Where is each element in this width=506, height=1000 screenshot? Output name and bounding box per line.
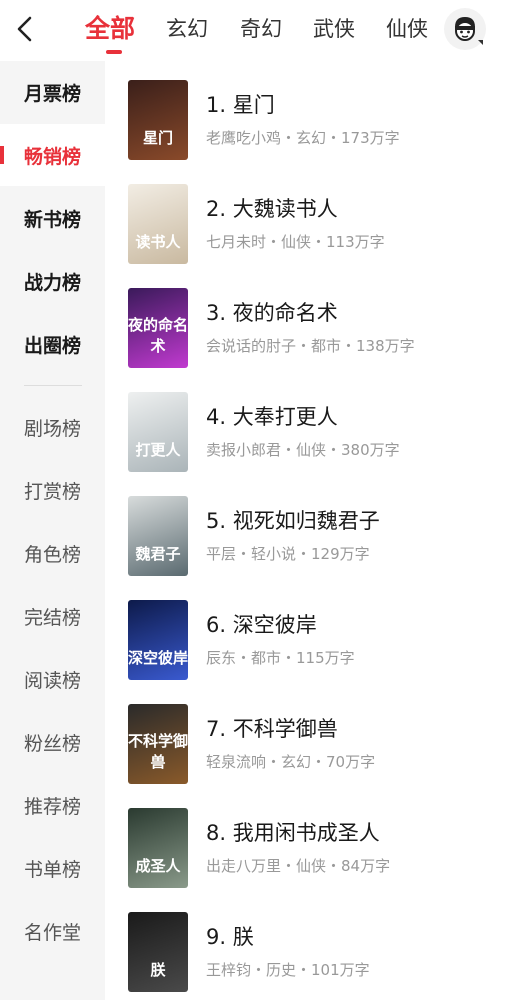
sidebar-item-completed[interactable]: 完结榜 [0,585,105,647]
chevron-left-icon [17,16,32,42]
tab-qihuan[interactable]: 奇幻 [240,12,282,46]
book-row[interactable]: 打更人 4. 大奉打更人 卖报小郎君・仙侠・380万字 [105,373,506,477]
cover-title: 魏君子 [135,545,181,563]
sidebar-item-label: 完结榜 [24,606,82,629]
sidebar-item-theater[interactable]: 剧场榜 [0,396,105,458]
tab-wuxia[interactable]: 武侠 [313,12,355,46]
cover-title: 读书人 [135,233,181,251]
book-title: 7. 不科学御兽 [206,717,338,741]
sidebar-divider [24,385,82,386]
sidebar-item-label: 打赏榜 [24,480,82,503]
sidebar-item-label: 推荐榜 [24,795,82,818]
sidebar-item-hall-of-fame[interactable]: 名作堂 [0,900,105,962]
sidebar-item-label: 畅销榜 [24,145,82,168]
book-row[interactable]: 不科学御兽 7. 不科学御兽 轻泉流响・玄幻・70万字 [105,685,506,789]
book-row[interactable]: 星门 1. 星门 老鹰吃小鸡・玄幻・173万字 [105,61,506,165]
book-meta: 七月未时・仙侠・113万字 [206,233,385,251]
book-row[interactable]: 朕 9. 朕 王梓钧・历史・101万字 [105,893,506,997]
book-meta: 平层・轻小说・129万字 [206,545,370,563]
tab-xuanhuan[interactable]: 玄幻 [166,12,208,46]
sidebar-item-label: 新书榜 [24,208,82,231]
book-row[interactable]: 魏君子 5. 视死如归魏君子 平层・轻小说・129万字 [105,477,506,581]
book-cover: 深空彼岸 [128,600,188,680]
book-row[interactable]: 读书人 2. 大魏读书人 七月未时・仙侠・113万字 [105,165,506,269]
book-title: 5. 视死如归魏君子 [206,509,380,533]
book-title: 4. 大奉打更人 [206,405,338,429]
active-tab-underline [106,50,122,54]
cover-title: 深空彼岸 [128,649,188,667]
cover-title: 打更人 [135,441,181,459]
active-indicator [0,146,4,164]
cover-title: 不科学御兽 [128,732,188,771]
sidebar-item-label: 阅读榜 [24,669,82,692]
book-cover: 星门 [128,80,188,160]
sidebar-item-booklist[interactable]: 书单榜 [0,837,105,899]
book-row[interactable]: 深空彼岸 6. 深空彼岸 辰东・都市・115万字 [105,581,506,685]
book-meta: 王梓钧・历史・101万字 [206,961,370,979]
sidebar-item-bestseller[interactable]: 畅销榜 [0,124,105,186]
book-meta: 辰东・都市・115万字 [206,649,355,667]
book-cover: 魏君子 [128,496,188,576]
ranking-sidebar: 月票榜 畅销榜 新书榜 战力榜 出圈榜 剧场榜 打赏榜 角色榜 完结榜 阅读榜 … [0,61,105,1000]
sidebar-item-character[interactable]: 角色榜 [0,522,105,584]
tab-all[interactable]: 全部 [85,12,135,46]
book-row[interactable]: 夜的命名术 3. 夜的命名术 会说话的肘子・都市・138万字 [105,269,506,373]
cover-title: 朕 [150,961,166,979]
book-title: 1. 星门 [206,93,275,117]
book-meta: 老鹰吃小鸡・玄幻・173万字 [206,129,400,147]
book-cover: 打更人 [128,392,188,472]
top-bar: 全部 玄幻 奇幻 武侠 仙侠 [0,0,506,58]
cover-title: 成圣人 [135,857,181,875]
sidebar-item-tipping[interactable]: 打赏榜 [0,459,105,521]
book-row[interactable]: 成圣人 8. 我用闲书成圣人 出走八万里・仙侠・84万字 [105,789,506,893]
caret-down-icon [478,40,483,45]
user-avatar-icon [455,17,475,41]
book-cover: 不科学御兽 [128,704,188,784]
sidebar-item-label: 书单榜 [24,858,82,881]
sidebar-item-recommend[interactable]: 推荐榜 [0,774,105,836]
sidebar-item-label: 战力榜 [24,271,82,294]
sidebar-item-label: 出圈榜 [24,334,82,357]
book-meta: 出走八万里・仙侠・84万字 [206,857,391,875]
book-title: 2. 大魏读书人 [206,197,338,221]
book-cover: 夜的命名术 [128,288,188,368]
tab-xianxia[interactable]: 仙侠 [386,12,428,46]
sidebar-item-power[interactable]: 战力榜 [0,250,105,312]
sidebar-item-label: 剧场榜 [24,417,82,440]
sidebar-item-new-books[interactable]: 新书榜 [0,187,105,249]
cover-title: 夜的命名术 [128,316,188,355]
sidebar-item-monthly-ticket[interactable]: 月票榜 [0,61,105,123]
sidebar-item-breakout[interactable]: 出圈榜 [0,313,105,375]
sidebar-item-reading[interactable]: 阅读榜 [0,648,105,710]
book-title: 8. 我用闲书成圣人 [206,821,380,845]
book-cover: 朕 [128,912,188,992]
sidebar-item-label: 角色榜 [24,543,82,566]
back-button[interactable] [12,14,38,44]
book-cover: 成圣人 [128,808,188,888]
book-title: 6. 深空彼岸 [206,613,317,637]
book-meta: 会说话的肘子・都市・138万字 [206,337,415,355]
book-meta: 卖报小郎君・仙侠・380万字 [206,441,400,459]
cover-title: 星门 [142,129,173,147]
book-title: 3. 夜的命名术 [206,301,338,325]
book-title: 9. 朕 [206,925,254,949]
book-meta: 轻泉流响・玄幻・70万字 [206,753,376,771]
sidebar-item-label: 名作堂 [24,921,82,944]
sidebar-item-label: 粉丝榜 [24,732,82,755]
sidebar-item-label: 月票榜 [24,82,82,105]
book-list: 星门 1. 星门 老鹰吃小鸡・玄幻・173万字 读书人 2. 大魏读书人 七月未… [105,61,506,1000]
book-cover: 读书人 [128,184,188,264]
sidebar-item-fans[interactable]: 粉丝榜 [0,711,105,773]
